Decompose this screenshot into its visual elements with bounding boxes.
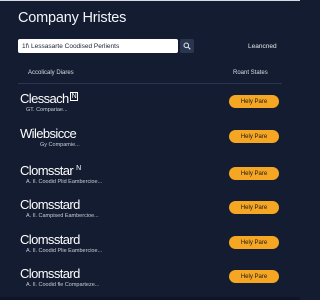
company-row: Clomsstard A. Il. Coodid Plie Eambercioe… [0, 232, 300, 262]
company-row: Clessach N GT. Compariae... Hely Pare [0, 91, 300, 121]
help-page-button[interactable]: Hely Pare [229, 95, 279, 108]
column-header-left: Accolicaly Diares [28, 70, 74, 76]
help-page-button[interactable]: Hely Pare [229, 270, 279, 283]
page-title: Company Hristes [18, 10, 127, 26]
company-subtitle: A. Il. Campised Eambercioe... [26, 213, 99, 219]
help-page-button[interactable]: Hely Pare [229, 236, 279, 249]
launched-label: Leancned [248, 43, 277, 50]
company-subtitle: A. Il. Coodid Plie Eambercioe... [26, 248, 103, 254]
company-row: Wilebsicce Gy Compamie... Hely Pare [0, 126, 300, 156]
column-header-right: Roant States [233, 70, 268, 76]
search-input-value: 1f\ Lessasarte Coodised Perlients [22, 42, 120, 50]
app-window: Company Hristes 1f\ Lessasarte Coodised … [0, 0, 300, 300]
help-page-button[interactable]: Hely Pare [229, 130, 279, 143]
company-row: Clomsstard A. Il. Coodid fle Comparteze.… [0, 266, 300, 296]
company-name: Clomsstard [20, 266, 80, 281]
company-name: Clomsstard [20, 197, 80, 212]
search-button[interactable] [180, 39, 194, 53]
help-page-button[interactable]: Hely Pare [229, 201, 279, 214]
help-page-button[interactable]: Hely Pare [229, 167, 279, 180]
company-name: Wilebsicce [20, 126, 77, 141]
company-name: Clessach N [20, 91, 79, 106]
search-input[interactable]: 1f\ Lessasarte Coodised Perlients [18, 39, 178, 53]
company-subtitle: Gy Compamie... [40, 142, 80, 148]
company-name: Clomsstard [20, 232, 80, 247]
company-subtitle: A. Il. Coodid fle Comparteze... [26, 282, 100, 288]
header-divider [18, 83, 282, 84]
company-subtitle: GT. Compariae... [26, 107, 68, 113]
company-name: Clomsstar N [20, 163, 81, 178]
company-subtitle: A. Il. Coodid Plid Eambercioe... [26, 179, 103, 185]
company-row: Clomsstar N A. Il. Coodid Plid Eambercioe… [0, 163, 300, 193]
search-icon [183, 42, 191, 50]
company-row: Clomsstard A. Il. Campised Eambercioe...… [0, 197, 300, 227]
